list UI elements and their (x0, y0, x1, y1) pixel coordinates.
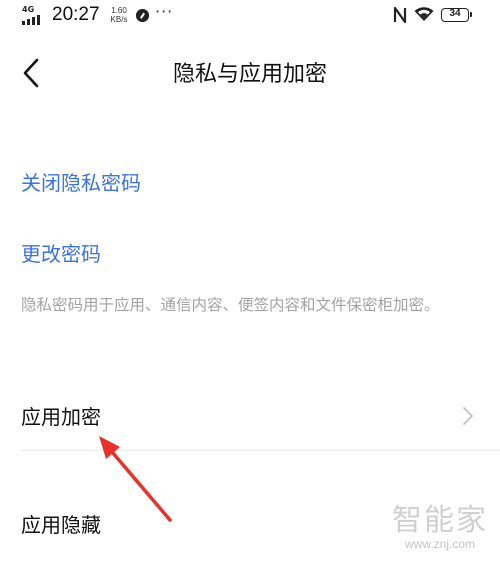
status-bar: 4G 20:27 1.60 KB/s ··· 34 (0, 0, 500, 34)
change-password-item[interactable]: 更改密码 (0, 218, 500, 282)
app-encryption-item[interactable]: 应用加密 (0, 382, 500, 450)
page-title: 隐私与应用加密 (172, 62, 327, 87)
divider (21, 450, 500, 451)
status-time: 20:27 (52, 4, 100, 25)
app-hiding-item[interactable]: 应用隐藏 (0, 492, 500, 554)
app-hiding-label: 应用隐藏 (21, 513, 101, 537)
signal-indicator: 4G (22, 5, 50, 25)
wifi-icon (414, 7, 434, 21)
change-password-label: 更改密码 (21, 242, 101, 266)
screen: 4G 20:27 1.60 KB/s ··· 34 隐私与应用加密 关闭隐私密码… (0, 0, 500, 561)
more-notifications-indicator: ··· (155, 2, 174, 21)
network-speed-value: 1.60 (111, 6, 127, 15)
close-privacy-password-label: 关闭隐私密码 (21, 171, 141, 195)
battery-level: 34 (449, 8, 461, 19)
network-type-label: 4G (22, 5, 35, 14)
privacy-password-description: 隐私密码用于应用、通信内容、便签内容和文件保密柜加密。 (21, 296, 440, 314)
nfc-icon (393, 6, 407, 24)
network-speed: 1.60 KB/s (106, 6, 132, 24)
chevron-right-icon (463, 407, 473, 425)
close-privacy-password-item[interactable]: 关闭隐私密码 (0, 148, 500, 212)
title-bar: 隐私与应用加密 (0, 44, 500, 102)
signal-icon (22, 15, 40, 25)
battery-icon: 34 (441, 8, 472, 22)
app-notification-icon (136, 9, 149, 22)
app-encryption-label: 应用加密 (21, 405, 101, 429)
network-speed-unit: KB/s (110, 15, 128, 24)
